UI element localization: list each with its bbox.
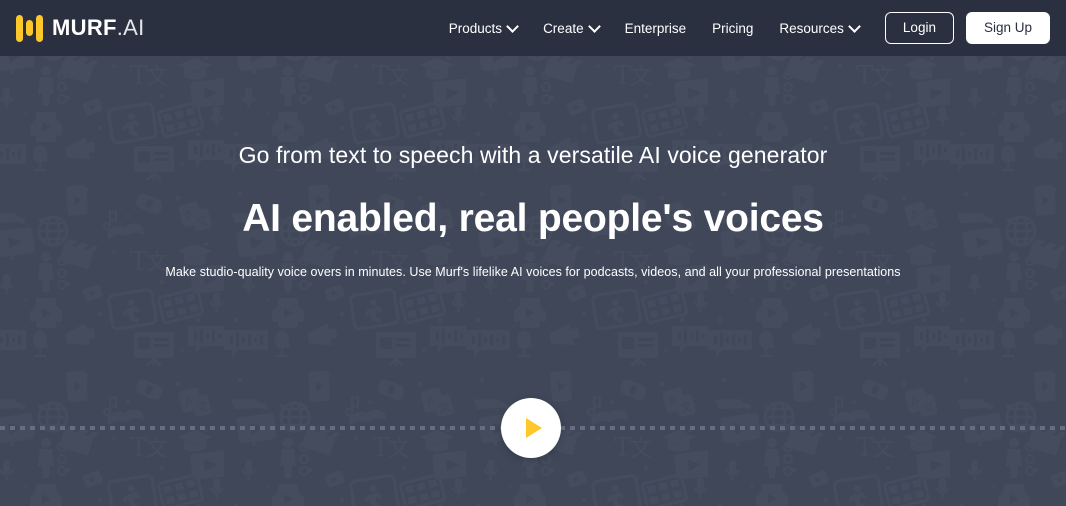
murf-waveform-logo-icon: [16, 13, 43, 43]
hero-play-button-wrapper: [501, 398, 561, 458]
logo-bar-left: [16, 14, 23, 42]
hero-subline: Make studio-quality voice overs in minut…: [165, 265, 901, 279]
hero-content: Go from text to speech with a versatile …: [0, 56, 1066, 279]
nav-item-enterprise-label: Enterprise: [624, 20, 687, 36]
login-button[interactable]: Login: [884, 11, 954, 45]
nav-item-products-label: Products: [448, 20, 503, 36]
primary-navigation: Products Create Enterprise Pricing Resou…: [449, 21, 859, 36]
nav-item-create-label: Create: [543, 20, 584, 36]
logo-bar-right: [36, 14, 43, 42]
chevron-down-icon: [508, 22, 517, 31]
nav-item-products[interactable]: Products: [449, 21, 517, 36]
hero-play-button[interactable]: [501, 398, 561, 458]
nav-item-pricing[interactable]: Pricing: [712, 21, 753, 36]
signup-button[interactable]: Sign Up: [965, 11, 1050, 45]
site-header: MURF.AI Products Create Enterprise Prici…: [0, 0, 1066, 56]
brand-wordmark-bold: MURF: [52, 15, 117, 40]
nav-item-resources-label: Resources: [779, 20, 844, 36]
chevron-down-icon: [590, 22, 599, 31]
logo-bar-middle: [26, 20, 33, 36]
nav-item-resources[interactable]: Resources: [779, 21, 859, 36]
landing-page: A 文: [0, 0, 1066, 506]
hero-headline: AI enabled, real people's voices: [242, 197, 824, 240]
auth-actions: Login Sign Up: [884, 11, 1050, 45]
nav-item-create[interactable]: Create: [543, 21, 599, 36]
play-icon: [525, 418, 542, 438]
brand-logo-link[interactable]: MURF.AI: [16, 13, 145, 43]
chevron-down-icon: [850, 22, 859, 31]
nav-item-pricing-label: Pricing: [712, 20, 754, 36]
brand-wordmark: MURF.AI: [52, 17, 145, 39]
nav-item-enterprise[interactable]: Enterprise: [625, 21, 687, 36]
brand-wordmark-light: .AI: [116, 15, 145, 40]
hero-eyebrow: Go from text to speech with a versatile …: [238, 142, 828, 168]
